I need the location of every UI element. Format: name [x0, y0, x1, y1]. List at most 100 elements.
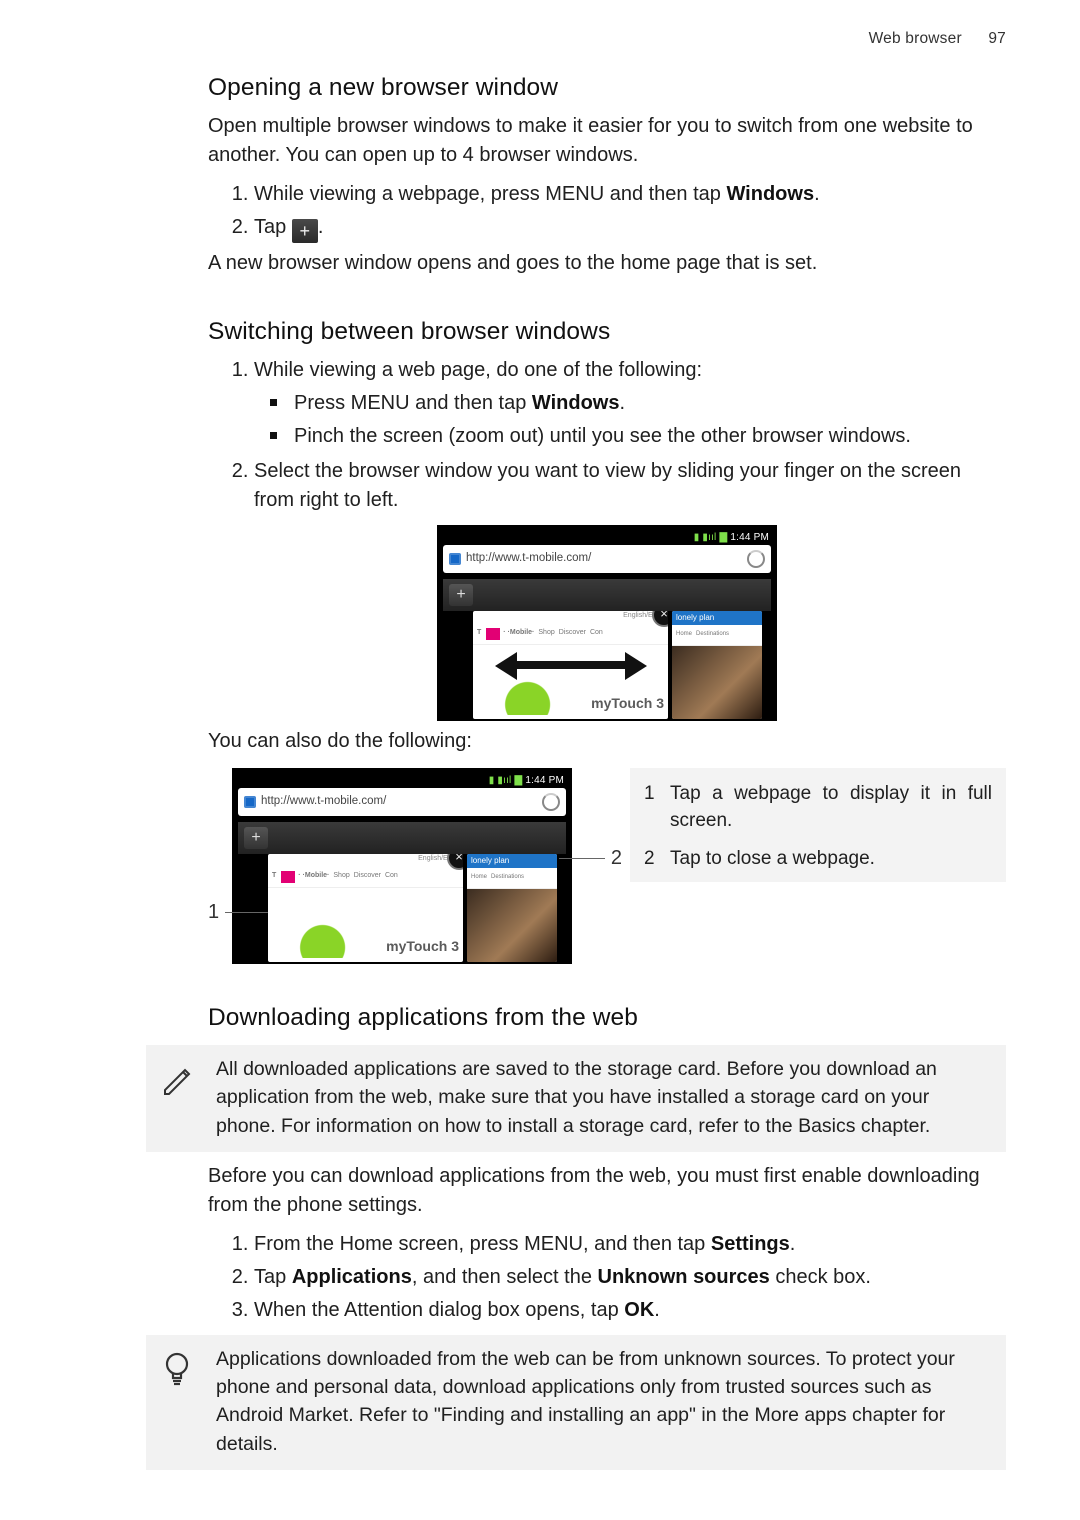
ordered-list: From the Home screen, press MENU, and th… [208, 1230, 1006, 1325]
card-logo-bar: T· ·Mobile· Shop Discover Con [473, 624, 668, 645]
phone-url-bar: http://www.t-mobile.com/ [443, 545, 771, 573]
paragraph: Before you can download applications fro… [208, 1162, 1006, 1220]
list-item: Tap Applications, and then select the Un… [254, 1263, 1006, 1292]
tmobile-logo-text: T [272, 871, 278, 881]
card-side-title: lonely plan [672, 611, 762, 625]
ordered-list: While viewing a web page, do one of the … [208, 356, 1006, 515]
text-bold: OK [624, 1299, 654, 1321]
text: Tap [254, 1266, 292, 1288]
status-time: 1:44 PM [730, 532, 769, 543]
browser-card-side: lonely plan Home Destinations [672, 611, 762, 719]
figure-browser-swipe: ▮ ▮ııl ▇ 1:44 PM http://www.t-mobile.com… [208, 525, 1006, 721]
phone-screenshot: ▮ ▮ııl ▇ 1:44 PM http://www.t-mobile.com… [232, 768, 572, 964]
tip-box: Applications downloaded from the web can… [146, 1335, 1006, 1470]
phone-url-text: http://www.t-mobile.com/ [466, 550, 591, 567]
callout-2: 2 [559, 844, 622, 873]
text: . [790, 1233, 796, 1255]
tmobile-logo: T· ·Mobile· [477, 628, 534, 640]
document-page: Web browser 97 Opening a new browser win… [0, 0, 1080, 1520]
status-time: 1:44 PM [525, 775, 564, 786]
tmobile-logo-square [486, 628, 500, 640]
text: Tap [254, 216, 292, 238]
text: . [318, 216, 324, 238]
lightbulb-icon [156, 1349, 198, 1462]
note-text: All downloaded applications are saved to… [216, 1055, 992, 1140]
list-item: Select the browser window you want to vi… [254, 457, 1006, 515]
phone-status-bar: ▮ ▮ııl ▇ 1:44 PM [238, 774, 566, 788]
phone-screenshot: ▮ ▮ııl ▇ 1:44 PM http://www.t-mobile.com… [437, 525, 777, 721]
card-side-nav: Home Destinations [467, 868, 557, 889]
legend-row: 1 Tap a webpage to display it in full sc… [644, 780, 992, 835]
globe-icon [449, 553, 461, 565]
text-bold: Windows [726, 183, 814, 205]
list-item: When the Attention dialog box opens, tap… [254, 1296, 1006, 1325]
browser-card-side: lonely plan Home Destinations [467, 854, 557, 962]
phone-tab-strip: + [443, 579, 771, 611]
paragraph: A new browser window opens and goes to t… [208, 249, 1006, 278]
nav-link: Destinations [696, 630, 729, 639]
loading-icon [542, 793, 560, 811]
heading-switching-windows: Switching between browser windows [208, 314, 1006, 350]
text: Press MENU and then tap [294, 392, 532, 414]
card-side-title: lonely plan [467, 854, 557, 868]
text: From the Home screen, press MENU, and th… [254, 1233, 711, 1255]
nav-link: Con [385, 871, 398, 881]
nav-link: Shop [538, 628, 554, 638]
text: , and then select the [412, 1266, 598, 1288]
figure-with-callouts: 1 2 ▮ ▮ııl ▇ 1:44 PM http://www.t-mobile… [208, 768, 608, 964]
paragraph: Open multiple browser windows to make it… [208, 112, 1006, 170]
nav-link: Home [471, 873, 487, 882]
ordered-list: While viewing a webpage, press MENU and … [208, 180, 1006, 243]
signal-icon: ▮ ▮ııl ▇ [694, 532, 728, 543]
nav-link: Home [676, 630, 692, 639]
text-bold: Unknown sources [598, 1266, 770, 1288]
text: When the Attention dialog box opens, tap [254, 1299, 624, 1321]
text: While viewing a webpage, press MENU and … [254, 183, 726, 205]
list-item: While viewing a web page, do one of the … [254, 356, 1006, 451]
callout-legend: 1 Tap a webpage to display it in full sc… [630, 768, 1006, 883]
tip-text: Applications downloaded from the web can… [216, 1345, 992, 1458]
running-header: Web browser 97 [208, 28, 1006, 50]
phone-url-bar: http://www.t-mobile.com/ [238, 788, 566, 816]
list-item: While viewing a webpage, press MENU and … [254, 180, 1006, 209]
heading-downloading-apps: Downloading applications from the web [208, 1000, 1006, 1036]
browser-card-main: × English/Espa T· ·Mobile· Shop Discover… [473, 611, 668, 719]
callout-number: 2 [611, 844, 622, 873]
paragraph: You can also do the following: [208, 727, 1006, 756]
tmobile-logo-text: T [477, 628, 483, 638]
phone-tab-strip: + [238, 822, 566, 854]
note-box: All downloaded applications are saved to… [146, 1045, 1006, 1152]
callout-number: 1 [208, 898, 219, 927]
nav-link: Shop [333, 871, 349, 881]
globe-icon [244, 796, 256, 808]
nav-link: Destinations [491, 873, 524, 882]
card-lang-row: English/Espa [473, 611, 668, 624]
pencil-icon [156, 1063, 198, 1148]
text: . [654, 1299, 660, 1321]
tmobile-logo-square [281, 871, 295, 883]
legend-number: 1 [644, 780, 658, 835]
phone-status-bar: ▮ ▮ııl ▇ 1:44 PM [443, 531, 771, 545]
phone-url-text: http://www.t-mobile.com/ [261, 793, 386, 810]
phone-card-row: × English/Espa T· ·Mobile· Shop Discover… [238, 854, 566, 964]
text-bold: Settings [711, 1233, 790, 1255]
text: check box. [770, 1266, 871, 1288]
nav-link: Discover [559, 628, 586, 638]
bullet-list: Press MENU and then tap Windows. Pinch t… [254, 389, 1006, 451]
text: . [619, 392, 625, 414]
card-lang-row: English/Espa [268, 854, 463, 867]
list-item: Press MENU and then tap Windows. [294, 389, 1006, 418]
loading-icon [747, 550, 765, 568]
card-side-photo [672, 646, 762, 719]
running-header-page: 97 [988, 28, 1006, 50]
hero-text: myTouch 3 [386, 938, 459, 954]
card-logo-bar: T· ·Mobile· Shop Discover Con [268, 867, 463, 888]
nav-link: Discover [354, 871, 381, 881]
legend-row: 2 Tap to close a webpage. [644, 845, 992, 873]
phone-card-row: × English/Espa T· ·Mobile· Shop Discover… [443, 611, 771, 721]
tmobile-logo: T· ·Mobile· [272, 871, 329, 883]
plus-icon: + [292, 219, 318, 243]
list-item: Tap +. [254, 213, 1006, 243]
text: While viewing a web page, do one of the … [254, 359, 702, 381]
hero-text: myTouch 3 [591, 695, 664, 711]
